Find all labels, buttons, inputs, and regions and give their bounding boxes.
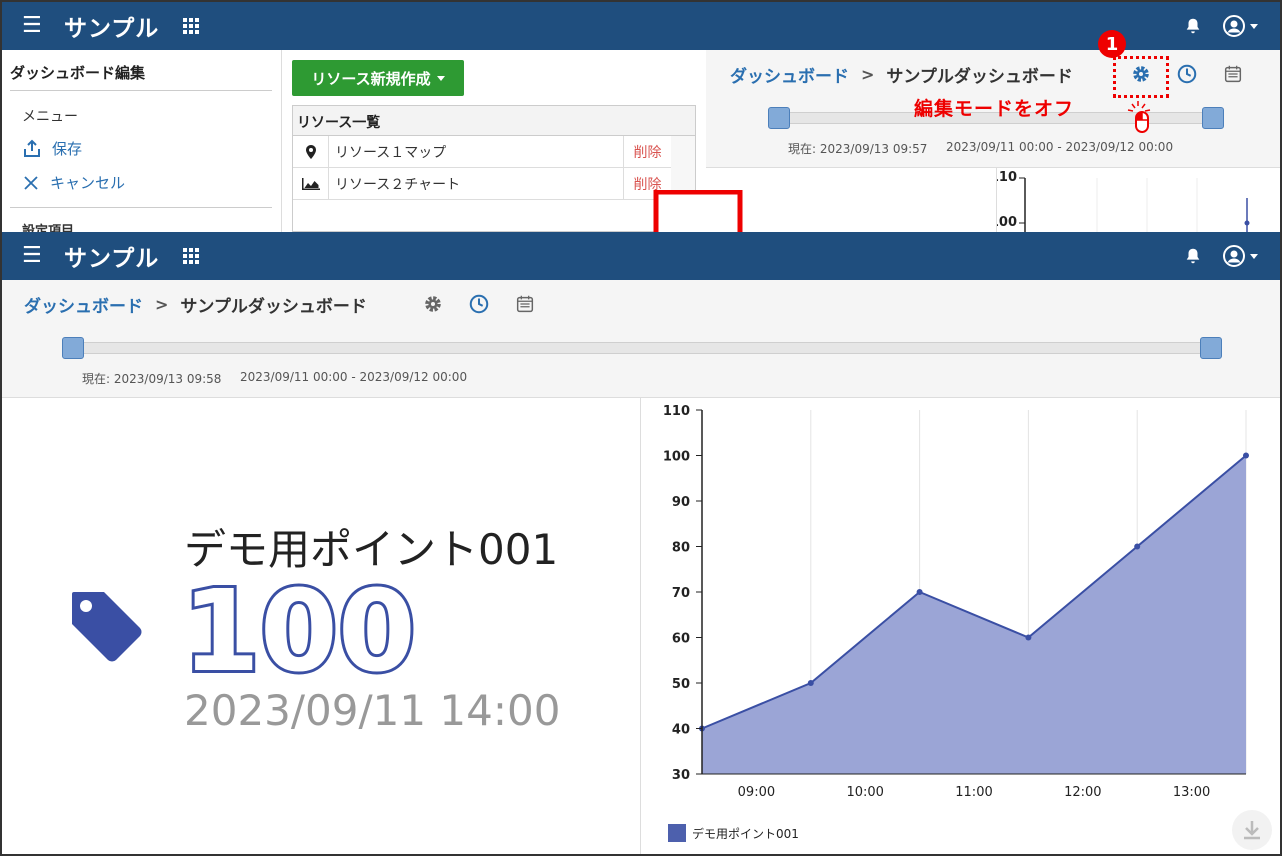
x-tick-label: 12:00 (1064, 785, 1101, 800)
current-time: 現在: 2023/09/13 09:57 (788, 142, 928, 156)
chevron-down-icon (1250, 253, 1258, 259)
hamburger-menu-icon[interactable]: ☰ (22, 15, 50, 37)
cancel-label: キャンセル (50, 174, 126, 192)
bell-icon[interactable] (1184, 247, 1202, 265)
edit-sidebar: ダッシュボード編集 メニュー 保存 キャンセル 設定項目 (2, 50, 282, 232)
clock-icon[interactable] (1176, 63, 1198, 85)
dashboard-content: デモ用ポイント001 100 2023/09/11 14:00 30 40 50 60… (2, 398, 1280, 854)
breadcrumb-link[interactable]: ダッシュボード (24, 292, 143, 317)
breadcrumb: ダッシュボード > サンプルダッシュボード (730, 62, 1073, 87)
y-tick-label: 70 (672, 586, 690, 601)
clock-icon[interactable] (468, 293, 490, 315)
calendar-icon[interactable] (514, 293, 536, 315)
y-tick-label: 100 (663, 450, 690, 465)
app-header-bottom: ☰ サンプル (2, 232, 1280, 280)
gear-icon[interactable] (422, 293, 444, 315)
save-button[interactable]: 保存 (22, 138, 82, 159)
map-pin-icon (293, 135, 329, 168)
breadcrumb: ダッシュボード > サンプルダッシュボード (24, 292, 367, 317)
x-tick-label: 09:00 (738, 785, 775, 800)
data-point[interactable] (916, 589, 923, 595)
sidebar-heading: ダッシュボード編集 (10, 64, 146, 82)
calendar-icon[interactable] (1222, 63, 1244, 85)
breadcrumb-current: サンプルダッシュボード (886, 67, 1073, 87)
current-time: 現在: 2023/09/13 09:58 (82, 372, 222, 386)
download-icon (1244, 821, 1260, 840)
divider (640, 398, 641, 854)
time-range: 2023/09/11 00:00 - 2023/09/12 00:00 (946, 140, 1174, 154)
widget-timestamp: 2023/09/11 14:00 (184, 686, 561, 735)
scrollbar[interactable] (671, 135, 695, 168)
delete-link[interactable]: 削除 (623, 135, 671, 168)
y-tick-label: 90 (672, 495, 690, 510)
dashboard-toolbar: ダッシュボード > サンプルダッシュボード 現在: 2023/09/13 09:… (2, 280, 1280, 398)
mini-tick-label: 100 (997, 215, 1017, 230)
data-point[interactable] (1025, 634, 1032, 641)
chevron-down-icon (436, 75, 445, 81)
apps-grid-icon[interactable] (183, 18, 200, 34)
save-label: 保存 (52, 140, 83, 158)
new-resource-label: リソース新規作成 (311, 69, 431, 88)
slider-handle-start[interactable] (768, 107, 790, 129)
x-tick-label: 13:00 (1173, 785, 1210, 800)
data-point[interactable] (1243, 452, 1249, 459)
chevron-down-icon (1250, 23, 1258, 29)
divider (10, 90, 272, 91)
user-avatar-icon (1223, 15, 1245, 37)
slider-handle-end[interactable] (1200, 337, 1222, 359)
user-menu[interactable] (1222, 14, 1258, 38)
user-menu[interactable] (1222, 244, 1258, 268)
widget-value: 100 (179, 567, 419, 697)
download-button[interactable] (1232, 810, 1272, 850)
mini-chart: 110 100 (990, 168, 1280, 232)
area-chart-icon (293, 167, 329, 200)
mini-tick-label: 110 (997, 170, 1017, 185)
annotation-note: 編集モードをオフ (914, 98, 1075, 120)
upload-icon (24, 139, 40, 157)
hamburger-menu-icon[interactable]: ☰ (22, 245, 50, 267)
divider (10, 207, 272, 208)
y-tick-label: 50 (672, 677, 690, 692)
step-badge: 1 (1098, 30, 1126, 58)
data-point[interactable] (807, 680, 814, 686)
y-tick-label: 80 (672, 541, 690, 556)
time-slider-track[interactable] (72, 342, 1212, 354)
mouse-click-icon (1127, 101, 1151, 133)
resource-name: リソース２チャート (335, 176, 461, 193)
app-title: サンプル (64, 16, 160, 42)
legend-label[interactable]: デモ用ポイント001 (692, 826, 799, 841)
close-icon (24, 175, 38, 190)
x-tick-label: 10:00 (846, 785, 883, 800)
y-tick-label: 60 (672, 632, 690, 647)
cancel-button[interactable]: キャンセル (22, 172, 125, 193)
tag-icon (72, 592, 142, 662)
breadcrumb-current: サンプルダッシュボード (180, 297, 367, 317)
data-point[interactable] (1134, 543, 1141, 550)
area-chart: 30 40 50 60 70 80 90 100 110 09:00 10:00 11:00 12:00… (663, 404, 1249, 842)
slider-handle-end[interactable] (1202, 107, 1224, 129)
y-tick-label: 30 (672, 768, 690, 783)
apps-grid-icon[interactable] (183, 248, 200, 264)
resource-name: リソース１マップ (335, 144, 447, 161)
menu-label: メニュー (22, 109, 78, 125)
bell-icon[interactable] (1184, 17, 1202, 35)
highlight-box (1113, 56, 1169, 98)
breadcrumb-link[interactable]: ダッシュボード (730, 62, 849, 87)
app-header-top: ☰ サンプル (2, 2, 1280, 50)
app-title: サンプル (64, 246, 160, 272)
breadcrumb-separator: > (155, 295, 169, 314)
new-resource-button[interactable]: リソース新規作成 (292, 60, 464, 96)
resource-list-heading: リソース一覧 (293, 106, 695, 136)
settings-heading: 設定項目 (22, 224, 75, 232)
user-avatar-icon (1223, 245, 1245, 267)
table-row[interactable]: リソース１マップ 削除 (293, 135, 695, 168)
x-tick-label: 11:00 (955, 785, 992, 800)
y-tick-label: 110 (663, 404, 690, 419)
time-range: 2023/09/11 00:00 - 2023/09/12 00:00 (240, 370, 468, 384)
y-tick-label: 40 (672, 723, 690, 738)
breadcrumb-separator: > (861, 65, 875, 84)
slider-handle-start[interactable] (62, 337, 84, 359)
legend-swatch[interactable] (668, 824, 686, 842)
